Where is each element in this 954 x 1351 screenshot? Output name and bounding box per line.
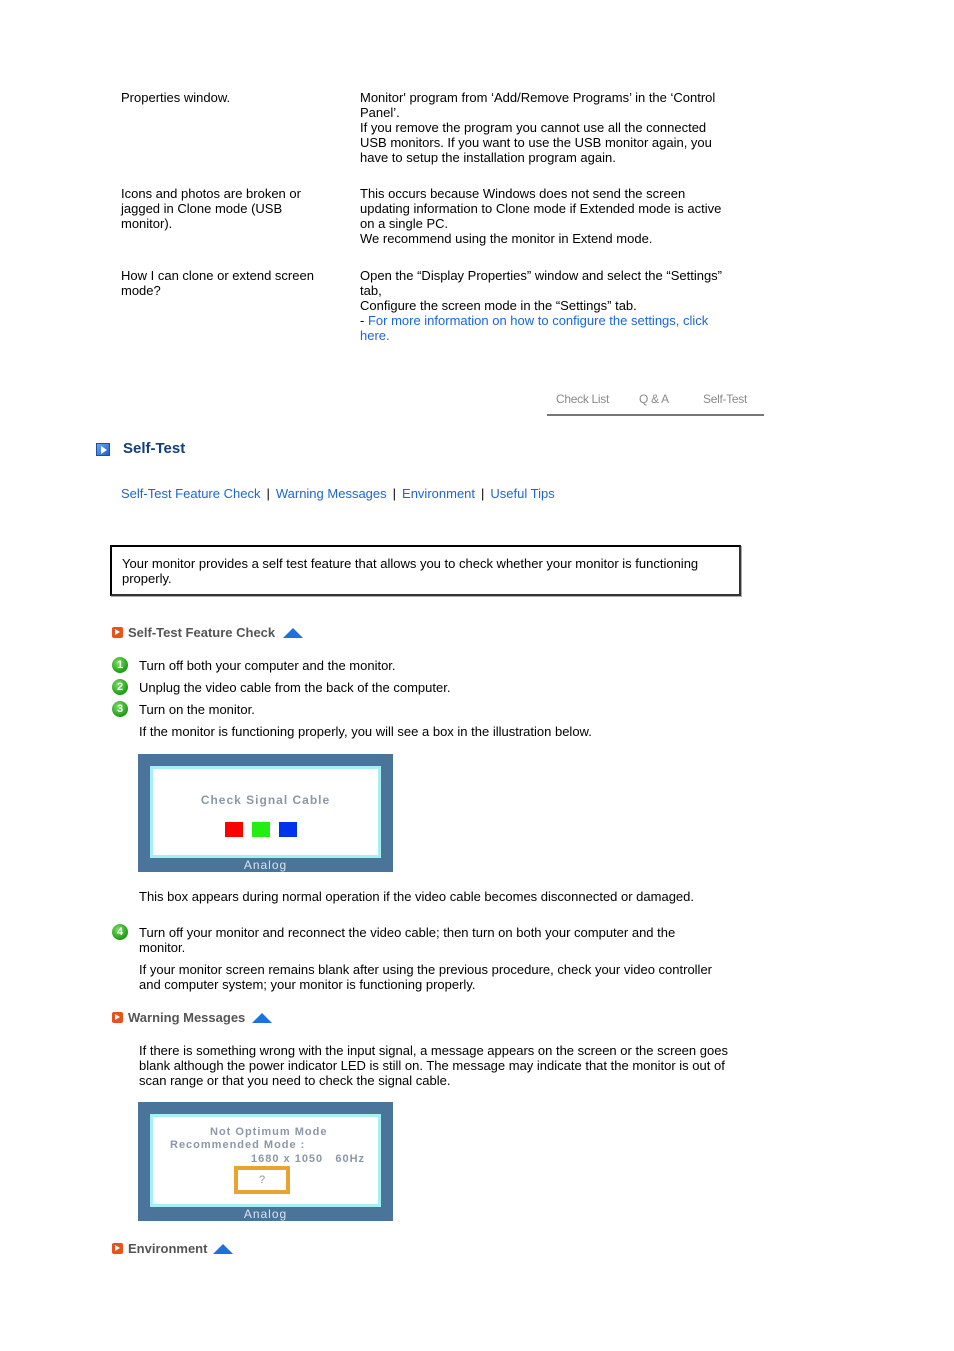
blue-square bbox=[279, 822, 297, 837]
link-prefix: - bbox=[360, 313, 368, 328]
separator: | bbox=[481, 486, 485, 501]
bullet-arrow-icon bbox=[112, 1012, 123, 1023]
step-2-icon: 2 bbox=[112, 679, 128, 695]
section-title: Self-Test bbox=[123, 440, 186, 457]
answer-line: We recommend using the monitor in Extend… bbox=[360, 231, 653, 246]
warning-text: If there is something wrong with the inp… bbox=[139, 1043, 728, 1088]
separator: | bbox=[392, 486, 397, 501]
question-line: How I can clone or extend screen bbox=[121, 268, 314, 283]
red-square bbox=[225, 822, 243, 837]
step-2-text: Unplug the video cable from the back of … bbox=[139, 680, 451, 695]
answer-link-line: - For more information on how to configu… bbox=[360, 313, 735, 328]
subnav-warning-messages[interactable]: Warning Messages bbox=[276, 486, 387, 501]
osd-message: Check Signal Cable bbox=[200, 793, 331, 807]
answer-line: tab, bbox=[360, 283, 382, 298]
tab-self-test[interactable]: Self-Test bbox=[703, 392, 747, 406]
osd-help-button: ? bbox=[234, 1166, 290, 1194]
answer-line: This occurs because Windows does not sen… bbox=[360, 186, 686, 201]
answer-line: updating information to Clone mode if Ex… bbox=[360, 201, 722, 216]
step-4-text: Turn off your monitor and reconnect the … bbox=[139, 925, 676, 955]
green-square bbox=[252, 822, 270, 837]
faq-answer-3: Open the “Display Properties” window and… bbox=[360, 268, 735, 343]
step-1-icon: 1 bbox=[112, 657, 128, 673]
osd1-caption: This box appears during normal operation… bbox=[139, 889, 695, 904]
section-subnav: Self-Test Feature Check | Warning Messages… bbox=[121, 486, 555, 501]
answer-line: USB monitors. If you want to use the USB… bbox=[360, 135, 712, 150]
bullet-arrow-icon bbox=[112, 1243, 123, 1254]
faq-question-3: How I can clone or extend screen mode? bbox=[121, 268, 326, 298]
subnav-environment[interactable]: Environment bbox=[402, 486, 475, 501]
back-to-top-icon[interactable] bbox=[283, 628, 303, 638]
osd-screen: Not Optimum Mode Recommended Mode : 1680… bbox=[150, 1114, 381, 1207]
question-line: monitor). bbox=[121, 216, 173, 231]
step-1-text: Turn off both your computer and the moni… bbox=[139, 658, 396, 673]
step-3-icon: 3 bbox=[112, 701, 128, 717]
osd-screen: Check Signal Cable bbox=[150, 766, 381, 858]
not-optimum-mode-illustration: Not Optimum Mode Recommended Mode : 1680… bbox=[138, 1102, 393, 1221]
faq-question-2: Icons and photos are broken or jagged in… bbox=[121, 186, 326, 231]
tab-qa[interactable]: Q & A bbox=[639, 392, 669, 406]
answer-line: If you remove the program you cannot use… bbox=[360, 120, 707, 135]
check-signal-cable-illustration: Check Signal Cable Analog bbox=[138, 754, 393, 872]
answer-line: Configure the screen mode in the “Settin… bbox=[360, 298, 637, 313]
feature-check-heading: Self-Test Feature Check bbox=[128, 625, 276, 640]
answer-line: on a single PC. bbox=[360, 216, 449, 231]
bullet-arrow-icon bbox=[112, 627, 123, 638]
question-line: Icons and photos are broken or bbox=[121, 186, 301, 201]
step-3-text: Turn on the monitor. bbox=[139, 702, 255, 717]
faq-answer-1: Monitor' program from ‘Add/Remove Progra… bbox=[360, 90, 735, 165]
settings-info-link[interactable]: For more information on how to configure… bbox=[368, 313, 708, 328]
step-4-icon: 4 bbox=[112, 924, 128, 940]
osd-input-label: Analog bbox=[243, 858, 288, 872]
osd-line-3: 1680 x 1050 60Hz bbox=[251, 1153, 366, 1165]
step-4-note: If your monitor screen remains blank aft… bbox=[139, 962, 713, 992]
intro-box: Your monitor provides a self test featur… bbox=[110, 545, 741, 596]
warning-messages-heading: Warning Messages bbox=[128, 1010, 246, 1025]
answer-line: Monitor' program from ‘Add/Remove Progra… bbox=[360, 90, 716, 105]
page-tabs: Check List Q & A Self-Test bbox=[547, 390, 764, 416]
subnav-self-test-feature-check[interactable]: Self-Test Feature Check bbox=[121, 486, 260, 501]
faq-question-1: Properties window. bbox=[121, 90, 231, 105]
back-to-top-icon[interactable] bbox=[252, 1013, 272, 1023]
step-3-note: If the monitor is functioning properly, … bbox=[139, 724, 592, 739]
faq-answer-2: This occurs because Windows does not sen… bbox=[360, 186, 735, 246]
question-line: jagged in Clone mode (USB bbox=[121, 201, 283, 216]
osd-line-2: Recommended Mode : bbox=[170, 1139, 306, 1151]
answer-line: Panel’. bbox=[360, 105, 400, 120]
back-to-top-icon[interactable] bbox=[213, 1244, 233, 1254]
osd-line-1: Not Optimum Mode bbox=[210, 1126, 328, 1138]
subnav-useful-tips[interactable]: Useful Tips bbox=[490, 486, 554, 501]
intro-text: Your monitor provides a self test featur… bbox=[122, 556, 699, 586]
settings-info-link-here[interactable]: here. bbox=[360, 328, 390, 343]
environment-heading: Environment bbox=[128, 1241, 208, 1256]
answer-line: Open the “Display Properties” window and… bbox=[360, 268, 723, 283]
tab-check-list[interactable]: Check List bbox=[556, 392, 609, 406]
osd-input-label: Analog bbox=[243, 1207, 288, 1221]
play-icon bbox=[96, 443, 110, 456]
question-line: mode? bbox=[121, 283, 161, 298]
answer-line: have to setup the installation program a… bbox=[360, 150, 616, 165]
separator: | bbox=[266, 486, 270, 501]
